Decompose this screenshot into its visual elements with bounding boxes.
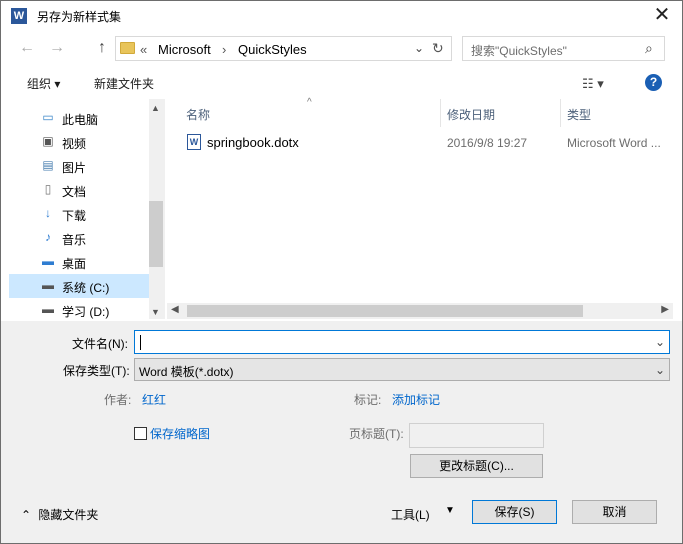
breadcrumb-separator: › (222, 42, 227, 57)
filename-field[interactable]: ⌄ (134, 330, 670, 354)
save-button[interactable]: 保存(S) (472, 500, 557, 524)
author-label: 作者: (104, 393, 132, 407)
column-header-modified[interactable]: 修改日期 (447, 106, 495, 123)
drive-d-icon: ▬ (42, 302, 54, 316)
filetype-dropdown-icon[interactable]: ⌄ (655, 363, 665, 377)
music-icon: ♪ (45, 230, 51, 244)
sidebar-item-label: 下载 (62, 209, 87, 223)
sort-ascending-icon: ^ (307, 97, 312, 108)
column-divider[interactable] (440, 99, 441, 127)
search-input[interactable]: 搜索"QuickStyles" (471, 42, 567, 59)
toolbar: 组织 ▾ 新建文件夹 ☷ ▾ (1, 68, 682, 96)
scroll-down-icon[interactable]: ▼ (151, 307, 160, 317)
help-icon[interactable]: ? (645, 74, 662, 91)
forward-button[interactable]: → (47, 39, 67, 59)
search-icon[interactable]: ⌕ (645, 40, 653, 57)
tools-dropdown-icon[interactable]: ▼ (445, 505, 455, 516)
filetype-select[interactable]: Word 模板(*.dotx) ⌄ (134, 358, 670, 381)
view-options-icon[interactable]: ☷ ▾ (582, 76, 604, 92)
add-tags-link[interactable]: 添加标记 (392, 391, 440, 408)
scroll-right-icon[interactable]: ▶ (661, 304, 669, 315)
folder-icon (120, 42, 135, 54)
refresh-icon[interactable]: ↻ (432, 40, 444, 57)
file-modified: 2016/9/8 19:27 (447, 136, 528, 150)
sidebar-item-label: 音乐 (62, 233, 87, 247)
sidebar-item-label: 此电脑 (62, 113, 99, 127)
sidebar-item-downloads[interactable]: ↓ 下载 (9, 202, 149, 226)
hide-folders-toggle[interactable]: ⌃ 隐藏文件夹 (21, 506, 98, 523)
word-template-icon: W (187, 134, 201, 150)
computer-icon: ▭ (42, 110, 54, 124)
file-name: springbook.dotx (207, 135, 299, 150)
pictures-icon: ▤ (42, 158, 54, 172)
sidebar-item-label: 桌面 (62, 257, 87, 271)
tags-label: 标记: (354, 393, 382, 407)
file-type: Microsoft Word ... (567, 136, 661, 150)
save-thumbnail-label[interactable]: 保存缩略图 (150, 425, 210, 442)
horizontal-scrollbar-thumb[interactable] (187, 305, 583, 317)
cancel-button[interactable]: 取消 (572, 500, 657, 524)
page-title-label: 页标题(T): (349, 427, 404, 441)
sidebar-item-music[interactable]: ♪ 音乐 (9, 226, 149, 250)
breadcrumb-quickstyles[interactable]: QuickStyles (238, 42, 307, 57)
back-button[interactable]: ← (17, 39, 37, 59)
title-bar: W 另存为新样式集 ✕ (1, 1, 682, 31)
sidebar-item-label: 学习 (D:) (62, 305, 110, 319)
desktop-icon: ▬ (42, 254, 54, 268)
drive-c-icon: ▬ (42, 278, 54, 292)
address-bar[interactable]: « Microsoft › QuickStyles ⌄ ↻ (115, 36, 452, 61)
sidebar-item-label: 视频 (62, 137, 87, 151)
download-icon: ↓ (45, 206, 51, 220)
column-divider[interactable] (560, 99, 561, 127)
column-header-name[interactable]: 名称 (186, 106, 210, 123)
change-title-button[interactable]: 更改标题(C)... (410, 454, 543, 478)
navigation-pane: ▭ 此电脑 ▣ 视频 ▤ 图片 ▯ 文档 ↓ 下载 ♪ 音乐 ▬ 桌面 ▬ 系统 (9, 99, 165, 319)
column-header-type[interactable]: 类型 (567, 106, 591, 123)
breadcrumb-microsoft[interactable]: Microsoft (158, 42, 211, 57)
word-app-icon: W (11, 8, 27, 24)
sidebar-item-drive-c[interactable]: ▬ 系统 (C:) (9, 274, 149, 298)
save-as-dialog: W 另存为新样式集 ✕ ← → ↑ « Microsoft › QuickSty… (0, 0, 683, 544)
sidebar-item-label: 文档 (62, 185, 87, 199)
file-list: 名称 ^ 修改日期 类型 (167, 97, 673, 319)
close-button[interactable]: ✕ (647, 1, 677, 31)
page-title-field (409, 423, 544, 448)
sidebar-item-pictures[interactable]: ▤ 图片 (9, 154, 149, 178)
organize-menu[interactable]: 组织 ▾ (27, 75, 60, 92)
text-caret (140, 335, 141, 350)
scroll-left-icon[interactable]: ◀ (171, 304, 179, 315)
filename-label: 文件名(N): (72, 337, 128, 351)
navigation-scrollbar-thumb[interactable] (149, 201, 163, 267)
sidebar-item-videos[interactable]: ▣ 视频 (9, 130, 149, 154)
filetype-value: Word 模板(*.dotx) (139, 365, 234, 379)
sidebar-item-documents[interactable]: ▯ 文档 (9, 178, 149, 202)
save-thumbnail-checkbox[interactable] (134, 427, 147, 440)
hide-folders-label: 隐藏文件夹 (38, 508, 99, 522)
filetype-label: 保存类型(T): (63, 364, 130, 378)
filename-dropdown-icon[interactable]: ⌄ (655, 335, 665, 349)
sidebar-item-label: 系统 (C:) (62, 281, 110, 295)
tools-menu[interactable]: 工具(L) (391, 506, 430, 523)
sidebar-item-label: 图片 (62, 161, 87, 175)
search-box[interactable]: 搜索"QuickStyles" ⌕ (462, 36, 665, 61)
author-value[interactable]: 红红 (142, 391, 166, 408)
documents-icon: ▯ (44, 182, 52, 196)
sidebar-item-this-pc[interactable]: ▭ 此电脑 (9, 106, 149, 130)
new-folder-button[interactable]: 新建文件夹 (94, 75, 154, 92)
sidebar-item-desktop[interactable]: ▬ 桌面 (9, 250, 149, 274)
up-button[interactable]: ↑ (92, 39, 112, 59)
address-dropdown-icon[interactable]: ⌄ (414, 41, 424, 55)
address-overflow[interactable]: « (140, 42, 147, 57)
video-icon: ▣ (42, 134, 54, 148)
sidebar-item-drive-d[interactable]: ▬ 学习 (D:) (9, 298, 149, 320)
dialog-title: 另存为新样式集 (37, 10, 122, 24)
scroll-up-icon[interactable]: ▲ (151, 103, 160, 113)
chevron-up-icon: ⌃ (21, 508, 32, 522)
